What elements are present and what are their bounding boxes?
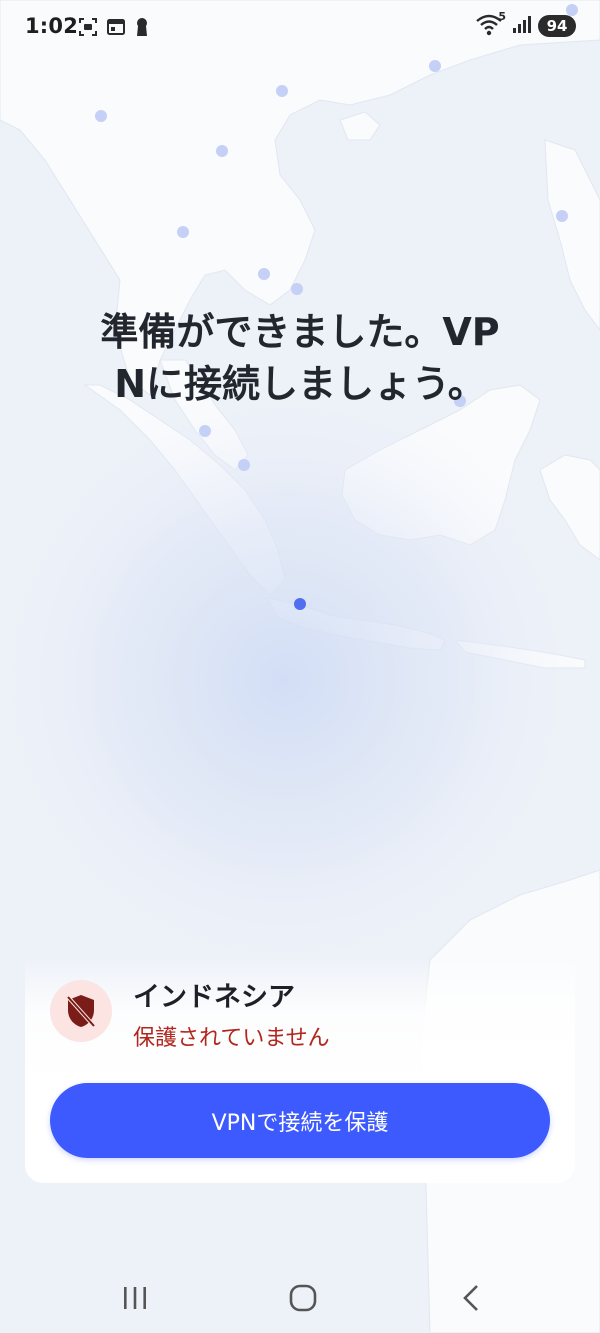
recents-icon[interactable] — [105, 1278, 165, 1318]
navigation-bar — [0, 1260, 600, 1333]
server-dot[interactable] — [276, 85, 288, 97]
screenshot-icon — [78, 17, 98, 41]
server-dot[interactable] — [216, 145, 228, 157]
connect-vpn-button[interactable]: VPNで接続を保護 — [50, 1083, 550, 1158]
wifi-icon: 5 — [476, 10, 506, 38]
home-icon[interactable] — [273, 1278, 333, 1318]
server-dot[interactable] — [199, 425, 211, 437]
server-dot[interactable] — [95, 110, 107, 122]
location-glow — [0, 380, 585, 980]
calendar-icon — [106, 17, 126, 41]
signal-icon — [512, 14, 532, 38]
location-name: インドネシア — [133, 982, 295, 1013]
server-dot[interactable] — [177, 226, 189, 238]
keyhole-icon — [134, 17, 150, 41]
server-dot[interactable] — [556, 210, 568, 222]
status-icons-right: 5 94 — [476, 10, 576, 38]
active-server-dot[interactable] — [294, 598, 306, 610]
shield-off-icon — [50, 980, 112, 1042]
status-bar: 1:02 5 94 — [0, 0, 600, 56]
wifi-badge: 5 — [498, 10, 506, 23]
server-dot[interactable] — [429, 60, 441, 72]
location-card: インドネシア 保護されていません VPNで接続を保護 — [25, 955, 575, 1183]
status-icons-left — [78, 17, 150, 41]
server-dot[interactable] — [258, 268, 270, 280]
app-screen: 1:02 5 94 準備ができました。VPNに接続しましょう。 インドネシア 保… — [0, 0, 600, 1333]
page-title: 準備ができました。VPNに接続しましょう。 — [100, 310, 500, 406]
protection-status: 保護されていません — [133, 1026, 330, 1051]
status-time: 1:02 — [25, 14, 79, 38]
back-icon[interactable] — [441, 1278, 501, 1318]
battery-icon: 94 — [538, 15, 576, 37]
server-dot[interactable] — [238, 459, 250, 471]
server-dot[interactable] — [291, 283, 303, 295]
